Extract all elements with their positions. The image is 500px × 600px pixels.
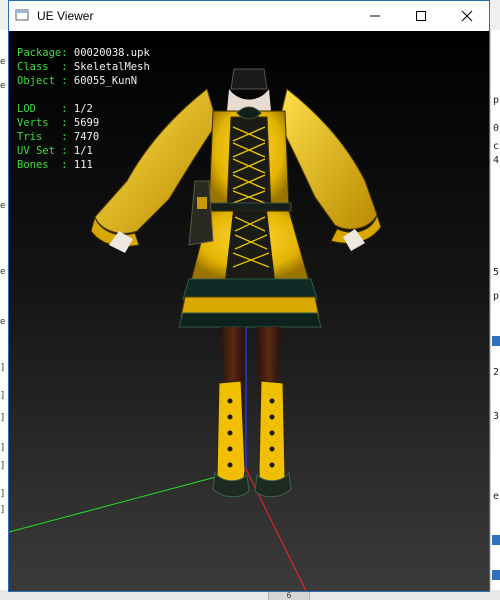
uvset-value: 1/1 (73, 145, 93, 157)
bg-text: ] (0, 391, 6, 401)
tris-value: 7470 (73, 131, 100, 143)
title-bar[interactable]: UE Viewer (9, 1, 489, 31)
tris-label: Tris : (17, 131, 68, 143)
bg-text: e (0, 267, 6, 277)
bg-text: e (0, 201, 6, 211)
info-verts: Verts : 5699 (17, 116, 150, 130)
window-title: UE Viewer (37, 9, 94, 23)
lod-value: 1/2 (73, 103, 93, 115)
bones-label: Bones : (17, 159, 68, 171)
info-bones: Bones : 111 (17, 158, 150, 172)
uvset-label: UV Set : (17, 145, 68, 157)
bg-text: 5 (493, 267, 500, 278)
bg-text: e (0, 317, 6, 327)
minimize-icon (370, 15, 380, 17)
maximize-button[interactable] (398, 1, 444, 31)
bg-text: ] (0, 489, 6, 499)
bg-selection-marker (492, 336, 500, 346)
bg-text: ] (0, 505, 6, 515)
class-value: SkeletalMesh (73, 61, 150, 73)
info-class: Class : SkeletalMesh (17, 60, 150, 74)
3d-viewport[interactable]: Package: 00020038.upk Class : SkeletalMe… (9, 31, 489, 591)
bg-text: 0 (493, 123, 500, 134)
bg-text: e (0, 57, 6, 67)
bg-text: 3 (493, 411, 500, 422)
minimize-button[interactable] (352, 1, 398, 31)
mesh-info-overlay: Package: 00020038.upk Class : SkeletalMe… (17, 46, 150, 172)
object-value: 60055_KunN (73, 75, 138, 87)
bg-text: ] (0, 443, 6, 453)
bg-text: 4 (493, 155, 500, 166)
info-uvset: UV Set : 1/1 (17, 144, 150, 158)
info-package: Package: 00020038.upk (17, 46, 150, 60)
verts-value: 5699 (73, 117, 100, 129)
info-object: Object : 60055_KunN (17, 74, 150, 88)
lod-label: LOD : (17, 103, 68, 115)
ue-viewer-window: UE Viewer Package: 00020038.upk Class: … (8, 0, 490, 592)
info-tris: Tris : 7470 (17, 130, 150, 144)
bg-text: ] (0, 461, 6, 471)
bones-value: 111 (73, 159, 93, 171)
bg-text: 2 (493, 367, 500, 378)
bodice (206, 106, 292, 212)
bg-selection-marker (492, 535, 500, 545)
bg-selection-marker (492, 570, 500, 580)
bg-text: ] (0, 413, 6, 423)
close-button[interactable] (444, 1, 489, 31)
bg-text: c (493, 141, 500, 152)
y-axis-line (9, 468, 247, 533)
right-sleeve (278, 88, 382, 251)
bg-text: e (493, 491, 500, 502)
side-bag (188, 180, 214, 246)
package-value: 00020038.upk (73, 47, 150, 59)
collar (227, 68, 271, 111)
close-icon (461, 10, 473, 22)
object-label: Object : (17, 75, 68, 87)
package-label: Package: (17, 47, 68, 59)
desktop: e e e e e ] ] ] ] ] ] ] p 0 c 4 5 p 2 3 … (0, 0, 500, 600)
bg-text: ] (0, 363, 6, 373)
boots (212, 380, 292, 498)
bg-text: p (493, 95, 500, 106)
maximize-icon (416, 11, 426, 21)
class-label: Class : (17, 61, 68, 73)
bg-text: p (493, 291, 500, 302)
background-window-right: p 0 c 4 5 p 2 3 e (490, 30, 500, 600)
bg-text: e (0, 81, 6, 91)
verts-label: Verts : (17, 117, 68, 129)
app-icon (15, 9, 29, 21)
info-lod: LOD : 1/2 (17, 102, 150, 116)
